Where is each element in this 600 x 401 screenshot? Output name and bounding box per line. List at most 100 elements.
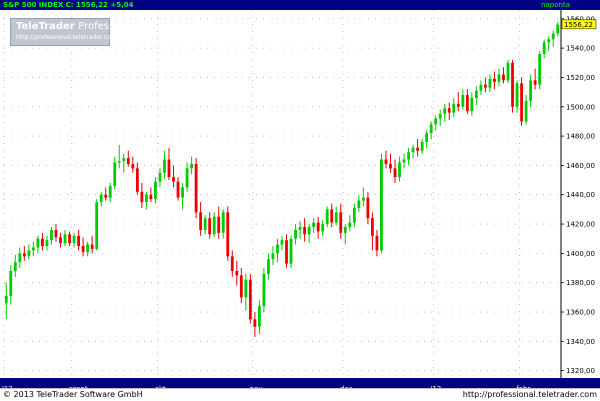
- y-tick-label: 1320,00: [566, 367, 595, 375]
- candle: [452, 97, 456, 118]
- candle-body: [244, 279, 248, 298]
- candle: [371, 212, 374, 251]
- chart-header-bar: S&P 500 INDEX C: 1556,22 +5,04 naponta: [0, 0, 600, 10]
- candle-body: [303, 226, 307, 235]
- candle: [126, 150, 130, 167]
- candle: [45, 235, 49, 251]
- candle: [447, 102, 451, 120]
- candle-body: [529, 80, 533, 101]
- candle-body: [45, 240, 49, 247]
- candle: [185, 162, 189, 192]
- candle: [257, 300, 261, 335]
- candle-body: [172, 177, 175, 182]
- candle-body: [208, 218, 212, 235]
- candle: [68, 231, 71, 247]
- candle: [36, 235, 40, 254]
- candle: [411, 144, 415, 159]
- candle-body: [22, 253, 26, 257]
- candle: [393, 159, 397, 184]
- candle-body: [330, 209, 334, 223]
- candle-body: [144, 194, 148, 203]
- candle-body: [343, 226, 347, 233]
- candle: [108, 183, 112, 203]
- candle-body: [429, 124, 433, 134]
- candle: [461, 89, 465, 110]
- candle-body: [149, 194, 153, 200]
- candle: [248, 273, 252, 324]
- candle: [325, 206, 329, 227]
- candle: [90, 235, 94, 254]
- footer: © 2013 TeleTrader Software GmbH http://p…: [0, 388, 600, 401]
- candle-body: [470, 97, 474, 112]
- candle-body: [547, 39, 551, 43]
- candle-body: [81, 246, 85, 252]
- y-tick-label: 1500,00: [566, 103, 595, 111]
- candle-body: [68, 234, 71, 244]
- watermark-url: http://professional.teletrader.com: [16, 34, 117, 41]
- candle: [361, 187, 365, 207]
- candle-body: [334, 212, 338, 223]
- candle: [190, 156, 193, 175]
- candle-body: [416, 147, 420, 151]
- candle: [334, 206, 338, 226]
- candle: [117, 144, 121, 169]
- candle: [289, 235, 293, 269]
- candle-body: [126, 158, 130, 164]
- candle-body: [289, 238, 293, 264]
- candle-body: [380, 159, 383, 251]
- candle-body: [384, 159, 388, 164]
- candle-body: [352, 207, 356, 223]
- candle: [551, 30, 555, 47]
- candle-body: [253, 319, 257, 327]
- candle-body: [307, 226, 311, 235]
- candle: [104, 187, 108, 201]
- candle-body: [461, 95, 465, 107]
- candle-body: [9, 270, 13, 296]
- candle-body: [542, 42, 546, 54]
- candle: [262, 268, 266, 313]
- candle: [54, 224, 58, 242]
- candle: [556, 21, 560, 37]
- candle-body: [217, 216, 221, 233]
- candle: [50, 226, 53, 245]
- candle-body: [72, 235, 76, 244]
- candle-body: [54, 229, 58, 238]
- candle: [4, 282, 8, 320]
- candle: [181, 183, 184, 210]
- candle-body: [321, 224, 325, 232]
- candle-body: [493, 78, 496, 82]
- candle-body: [63, 234, 67, 244]
- y-tick-label: 1480,00: [566, 133, 595, 141]
- candle: [113, 156, 117, 189]
- candle-body: [203, 218, 207, 230]
- candle-body: [280, 240, 284, 245]
- candle-body: [398, 162, 401, 178]
- candle: [140, 183, 144, 208]
- candle-body: [122, 158, 126, 162]
- y-tick-label: 1440,00: [566, 191, 595, 199]
- grid-lines: [3, 10, 564, 378]
- y-tick-label: 1380,00: [566, 279, 595, 287]
- candle-body: [271, 253, 275, 260]
- candle-body: [27, 250, 31, 257]
- candle-body: [325, 209, 329, 225]
- candle-body: [276, 244, 279, 254]
- candle: [253, 312, 257, 337]
- candle-body: [506, 62, 510, 81]
- candle-body: [465, 95, 469, 112]
- candle-body: [185, 168, 189, 188]
- candle: [438, 109, 442, 126]
- candle-body: [41, 238, 44, 247]
- candle-body: [181, 187, 184, 198]
- candle: [520, 77, 523, 126]
- candle-body: [484, 84, 487, 88]
- candle-body: [389, 163, 392, 169]
- candle: [511, 59, 514, 113]
- candle: [221, 209, 225, 239]
- candle-body: [438, 114, 442, 119]
- candle-body: [420, 141, 424, 151]
- candle: [307, 224, 311, 244]
- candle: [226, 206, 230, 261]
- candle: [86, 241, 90, 257]
- candle: [384, 150, 388, 169]
